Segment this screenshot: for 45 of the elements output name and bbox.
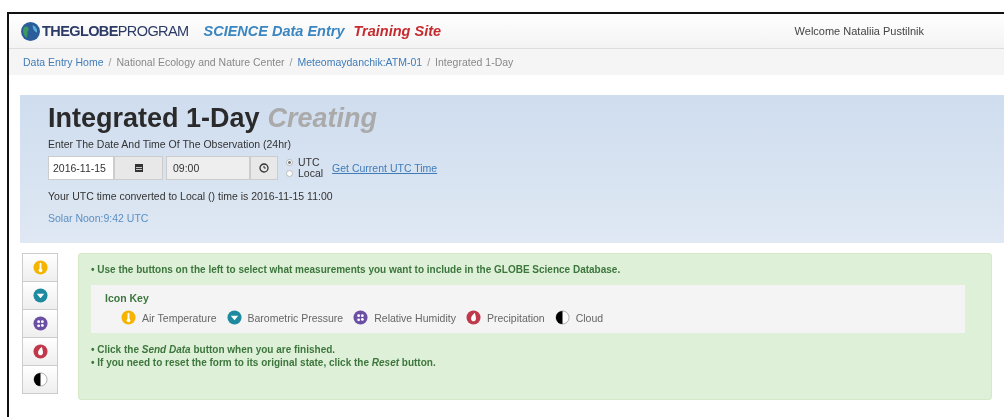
instruction-text: • If you need to reset the form to its original state, click the Reset button. [91, 356, 437, 369]
measurement-button[interactable] [22, 309, 58, 338]
breadcrumb-separator: / [289, 56, 293, 68]
site-label: Training Site [353, 23, 442, 39]
calendar-icon [133, 163, 144, 173]
calendar-button[interactable] [114, 156, 163, 180]
instruction-text: • Click the Send Data button when you are finished. [91, 343, 337, 356]
half-circle-icon [32, 372, 48, 387]
conversion-text: Your UTC time converted to Local () time is 2016-11-15 11:00 [48, 190, 334, 202]
page-title: Integrated 1-Day [48, 103, 260, 133]
breadcrumb-separator: / [427, 56, 431, 68]
dots-icon [32, 316, 48, 331]
thermometer-icon [121, 310, 136, 325]
prompt-text: Enter The Date And Time Of The Observation (24hr) [48, 138, 292, 150]
time-field[interactable]: 09:00 [166, 156, 250, 180]
solar-noon-text: Solar Noon:9:42 UTC [48, 212, 150, 224]
drop-icon [465, 310, 481, 325]
icon-key-label: Precipitation [486, 311, 545, 324]
welcome-text: Welcome Nataliia Pustilnik [794, 25, 924, 37]
clock-icon [259, 163, 269, 173]
icon-key-title: Icon Key [105, 292, 150, 304]
breadcrumb-current: National Ecology and Nature Center [116, 56, 285, 68]
thermometer-icon [32, 260, 48, 275]
icon-key-label: Air Temperature [142, 311, 217, 324]
breadcrumb-current: Integrated 1-Day [435, 56, 514, 68]
icon-key-label: Relative Humidity [374, 311, 456, 324]
breadcrumb-separator: / [108, 56, 112, 68]
half-circle-icon [554, 310, 570, 325]
drop-icon [32, 344, 48, 359]
instruction-text: • Use the buttons on the left to select what measurements you want to include in the GLOBE Science Database. [91, 264, 622, 275]
utc-time-link[interactable]: Get Current UTC Time [332, 162, 438, 174]
breadcrumb-link[interactable]: Meteomaydanchik:ATM-01 [297, 56, 423, 68]
radio-option[interactable]: UTC [286, 157, 324, 168]
measurement-button[interactable] [22, 365, 58, 394]
dots-icon [353, 310, 369, 325]
app-title: SCIENCE Data Entry [203, 23, 345, 39]
icon-key-label: Cloud [575, 311, 604, 324]
clock-button[interactable] [250, 156, 278, 180]
icon-key-label: Barometric Pressure [247, 311, 344, 324]
radio-option[interactable]: Local [286, 168, 324, 179]
status-text: Creating [267, 103, 378, 133]
breadcrumb-link[interactable]: Data Entry Home [23, 56, 104, 68]
logo-text[interactable]: THEGLOBEPROGRAM [42, 23, 189, 39]
date-field[interactable]: 2016-11-15 [48, 156, 114, 180]
globe-logo-icon [20, 20, 41, 42]
